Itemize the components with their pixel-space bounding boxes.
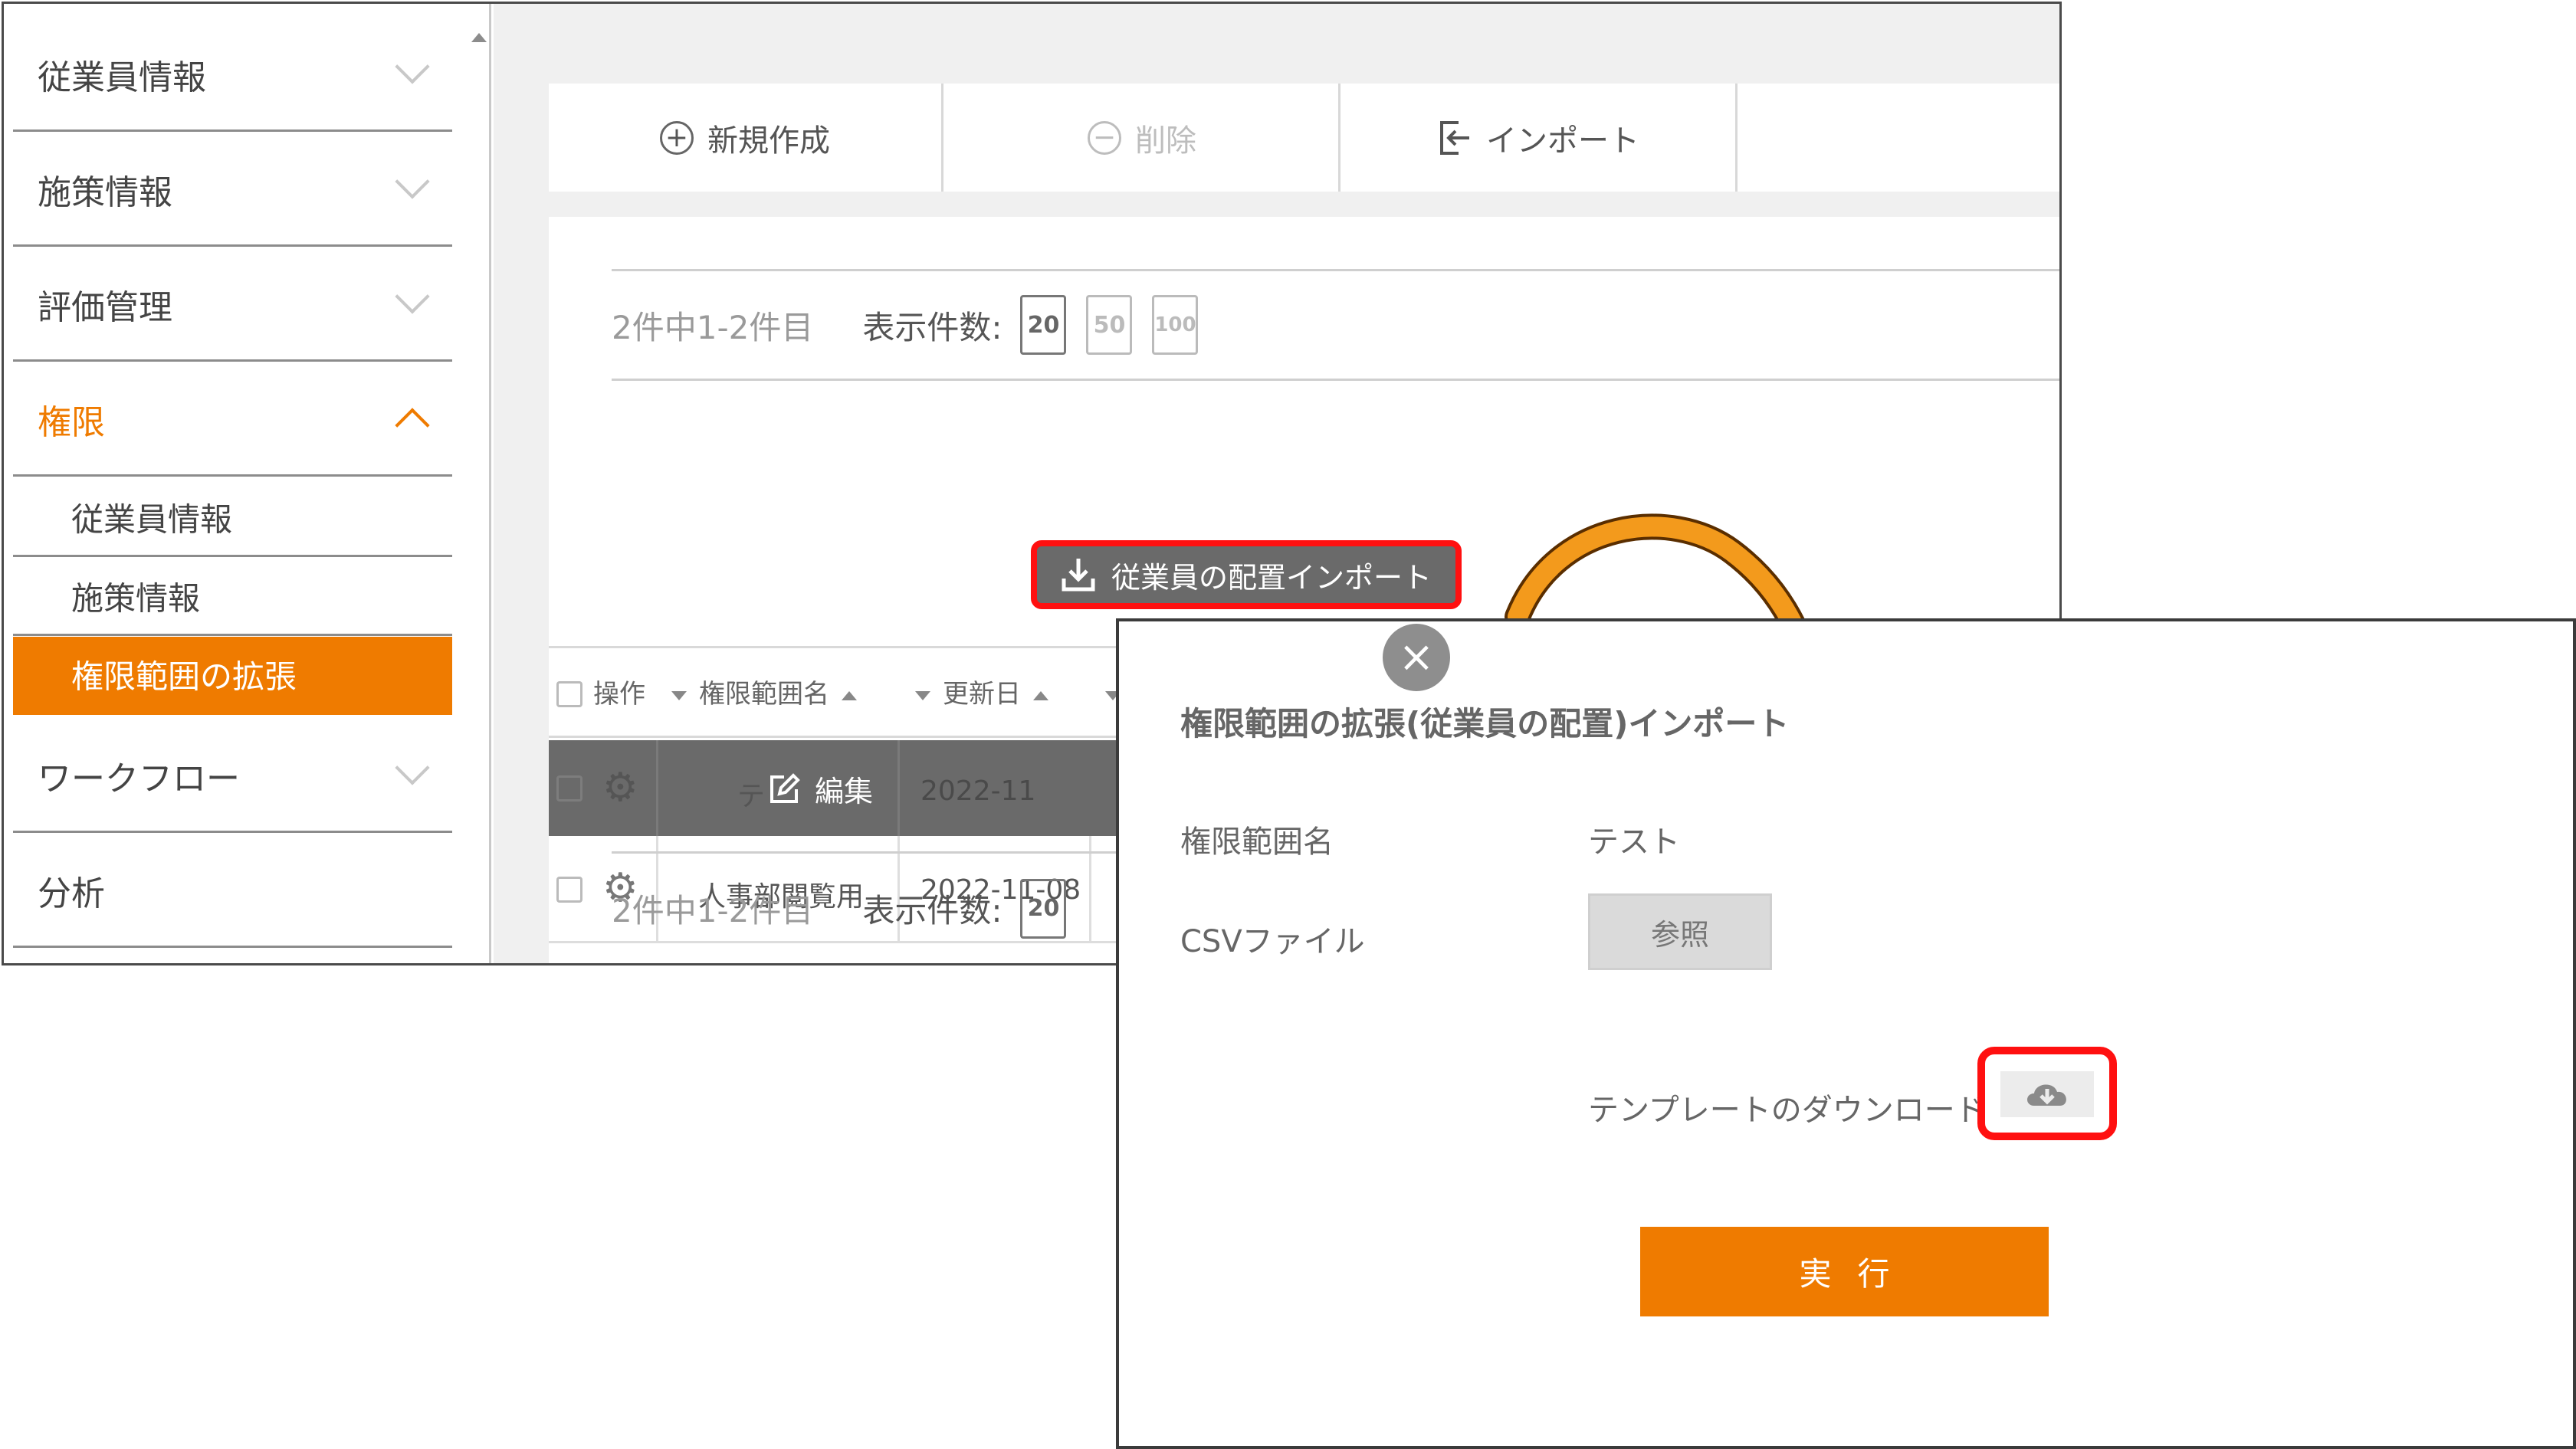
sidebar-item-permissions[interactable]: 権限 bbox=[13, 364, 452, 477]
sidebar-subitem-label: 施策情報 bbox=[71, 579, 201, 617]
edit-label: 編集 bbox=[815, 775, 874, 808]
column-header-scope-name[interactable]: 権限範囲名 bbox=[671, 673, 857, 710]
sidebar-subitem-employee-info[interactable]: 従業員情報 bbox=[13, 479, 452, 557]
import-button[interactable]: インポート bbox=[1343, 84, 1738, 192]
column-header-label: 更新日 bbox=[943, 679, 1021, 710]
per-page-options: 20 bbox=[1020, 878, 1067, 939]
template-download-label: テンプレートのダウンロード bbox=[1588, 1093, 1986, 1128]
result-count: 2件中1-2件目 bbox=[612, 892, 814, 929]
employee-assignment-import-button[interactable]: 従業員の配置インポート bbox=[1031, 540, 1462, 609]
download-icon bbox=[1062, 559, 1095, 592]
edit-button[interactable]: 編集 bbox=[767, 768, 873, 810]
csv-file-label: CSVファイル bbox=[1180, 924, 1365, 959]
chevron-down-icon bbox=[395, 750, 430, 785]
import-dialog: 権限範囲の拡張(従業員の配置)インポート 権限範囲名 テスト CSVファイル 参… bbox=[1116, 618, 2576, 1449]
sidebar-item-label: 従業員情報 bbox=[38, 58, 206, 97]
gear-icon[interactable]: ⚙ bbox=[602, 768, 638, 808]
row-checkbox[interactable] bbox=[556, 775, 582, 802]
result-count: 2件中1-2件目 bbox=[612, 308, 814, 346]
sidebar-item-employee-info[interactable]: 従業員情報 bbox=[13, 19, 452, 132]
close-icon[interactable]: × bbox=[1383, 624, 1450, 691]
row-checkbox[interactable] bbox=[556, 877, 582, 903]
plus-circle-icon: + bbox=[660, 120, 694, 155]
new-button[interactable]: + 新規作成 bbox=[549, 84, 943, 192]
sidebar-subitem-measures[interactable]: 施策情報 bbox=[13, 558, 452, 636]
action-toolbar: + 新規作成 − 削除 インポート bbox=[549, 84, 2059, 192]
sidebar-item-workflow[interactable]: ワークフロー bbox=[13, 720, 452, 833]
sidebar-subitem-label: 従業員情報 bbox=[71, 500, 233, 538]
sidebar-item-evaluation[interactable]: 評価管理 bbox=[13, 249, 452, 362]
per-page-50-button[interactable]: 50 bbox=[1086, 295, 1133, 355]
per-page-label: 表示件数: bbox=[862, 308, 1003, 346]
dialog-title: 権限範囲の拡張(従業員の配置)インポート bbox=[1180, 705, 1790, 743]
template-download-button[interactable] bbox=[1977, 1047, 2117, 1140]
column-header-operation: 操作 bbox=[593, 679, 645, 710]
select-all-checkbox[interactable] bbox=[556, 681, 582, 707]
per-page-label: 表示件数: bbox=[862, 892, 1003, 929]
employee-assignment-import-label: 従業員の配置インポート bbox=[1111, 560, 1432, 595]
delete-button[interactable]: − 削除 bbox=[946, 84, 1341, 192]
import-button-label: インポート bbox=[1486, 123, 1639, 159]
sidebar-item-label: 施策情報 bbox=[38, 173, 172, 212]
new-button-label: 新規作成 bbox=[707, 123, 830, 159]
chevron-down-icon bbox=[395, 279, 430, 314]
chevron-down-icon bbox=[395, 49, 430, 84]
cell-divider bbox=[656, 740, 658, 836]
per-page-20-button[interactable]: 20 bbox=[1020, 295, 1067, 355]
sidebar-item-label: 評価管理 bbox=[38, 288, 172, 327]
sidebar-subitem-label: 権限範囲の拡張 bbox=[71, 657, 297, 696]
import-icon bbox=[1440, 120, 1469, 155]
sidebar-item-measures[interactable]: 施策情報 bbox=[13, 134, 452, 247]
row-name-partial: テ bbox=[737, 781, 766, 812]
browse-button[interactable]: 参照 bbox=[1588, 893, 1772, 970]
per-page-options: 20 50 100 bbox=[1020, 295, 1199, 355]
sidebar: 従業員情報 施策情報 評価管理 権限 従業員情報 施策情報 権限範囲の拡張 ワー… bbox=[4, 4, 491, 963]
template-download-button-face[interactable] bbox=[2000, 1071, 2094, 1117]
sort-asc-icon[interactable] bbox=[1033, 690, 1048, 700]
delete-button-label: 削除 bbox=[1135, 123, 1196, 159]
sidebar-item-label: 分析 bbox=[38, 874, 105, 913]
sort-desc-icon[interactable] bbox=[915, 690, 930, 700]
sidebar-subitem-scope-extension[interactable]: 権限範囲の拡張 bbox=[13, 637, 452, 715]
chevron-up-icon bbox=[395, 408, 430, 443]
sidebar-item-label: 権限 bbox=[38, 403, 105, 442]
column-header-updated[interactable]: 更新日 bbox=[915, 673, 1048, 710]
sort-asc-icon[interactable] bbox=[842, 690, 857, 700]
cloud-download-icon bbox=[2027, 1084, 2066, 1106]
scope-name-value: テスト bbox=[1588, 824, 1680, 860]
per-page-100-button[interactable]: 100 bbox=[1152, 295, 1199, 355]
cell-divider bbox=[897, 740, 900, 836]
minus-circle-icon: − bbox=[1088, 120, 1121, 155]
sidebar-item-label: ワークフロー bbox=[38, 759, 240, 798]
pager-top: 2件中1-2件目 表示件数: 20 50 100 bbox=[612, 269, 2059, 381]
sidebar-item-analysis[interactable]: 分析 bbox=[13, 835, 452, 948]
edit-icon bbox=[770, 772, 800, 803]
execute-button[interactable]: 実行 bbox=[1640, 1227, 2049, 1316]
sort-desc-icon[interactable] bbox=[671, 690, 687, 700]
row-date-partial: 2022-11 bbox=[920, 775, 1036, 807]
sidebar-scroll-up-icon[interactable] bbox=[471, 33, 487, 42]
column-header-label: 権限範囲名 bbox=[699, 679, 829, 710]
per-page-20-button[interactable]: 20 bbox=[1020, 878, 1067, 939]
scope-name-label: 権限範囲名 bbox=[1180, 824, 1334, 860]
chevron-down-icon bbox=[395, 164, 430, 199]
